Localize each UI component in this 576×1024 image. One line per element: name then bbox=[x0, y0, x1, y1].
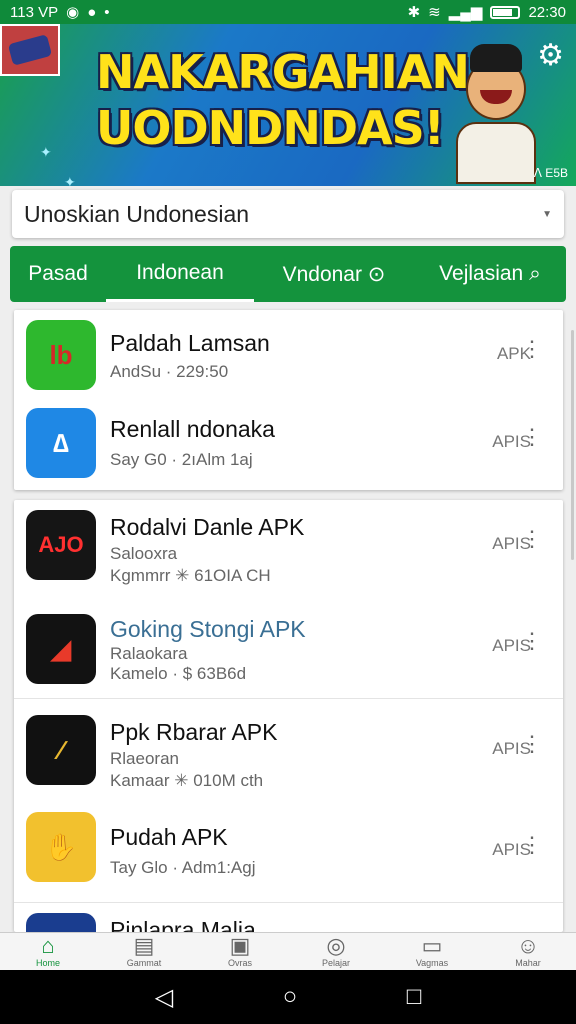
nav-gammat[interactable]: ▤ Gammat bbox=[96, 933, 192, 970]
nav-label: Pelajar bbox=[321, 958, 350, 968]
nav-label: Home bbox=[35, 958, 60, 968]
nav-label: Vagmas bbox=[415, 958, 449, 968]
recents-icon[interactable]: □ bbox=[407, 983, 422, 1011]
app-icon: AJO bbox=[26, 510, 96, 580]
list-item[interactable]: Pinlapra Malia bbox=[14, 902, 563, 932]
app-icon: lb bbox=[26, 320, 96, 390]
promo-banner[interactable]: ✦ ✦ NAKARGAHIAN UODNDNDAS! ⚙ ᐱ E5B bbox=[0, 24, 576, 186]
app-list-card: AJO Rodalvi Danle APK Salooxra Kgmmrr ✳ … bbox=[14, 500, 563, 932]
nav-vagmas[interactable]: ▭ Vagmas bbox=[384, 933, 480, 970]
app-icon: ∕ bbox=[26, 715, 96, 785]
app-name: Paldah Lamsan bbox=[110, 330, 270, 356]
compass-icon: ◎ bbox=[326, 933, 346, 958]
app-meta: AndSu · 229:50 bbox=[110, 362, 229, 381]
banner-title: NAKARGAHIAN UODNDNDAS! bbox=[96, 44, 470, 156]
grid-icon: ▤ bbox=[133, 933, 155, 958]
list-item[interactable]: ∆ Renlall ndonaka Say G0 · 2ıAlm 1aj API… bbox=[14, 400, 563, 490]
app-meta: Tay Glo · Adm1:Agj bbox=[110, 858, 256, 877]
nav-mahar[interactable]: ☺ Mahar bbox=[480, 933, 576, 970]
language-selector[interactable]: Unoskian Undonesian ▼ bbox=[12, 190, 564, 238]
app-icon: ✋ bbox=[26, 812, 96, 882]
bluetooth-icon: ✱ bbox=[407, 4, 421, 21]
chevron-down-icon: ▼ bbox=[542, 208, 552, 220]
app-meta: Kamelo · $ 63B6d bbox=[110, 664, 247, 683]
more-options-icon[interactable]: ⋮ bbox=[521, 733, 543, 755]
app-icon bbox=[26, 913, 96, 932]
tab-pasad[interactable]: Pasad bbox=[10, 246, 106, 302]
app-name: Pinlapra Malia bbox=[110, 917, 256, 932]
app-developer: Salooxra bbox=[110, 544, 178, 563]
list-item[interactable]: ∕ Ppk Rbarar APK Rlaeoran Kamaar ✳ 010M … bbox=[14, 698, 563, 798]
list-item[interactable]: ◢ Goking Stongi APK Ralaokara Kamelo · $… bbox=[14, 600, 563, 698]
app-meta: Kgmmrr ✳ 61OIA CH bbox=[110, 566, 271, 585]
app-meta: Say G0 · 2ıAlm 1aj bbox=[110, 450, 253, 469]
app-icon: ◢ bbox=[26, 614, 96, 684]
status-time-right: 22:30 bbox=[528, 3, 566, 21]
language-selector-value: Unoskian Undonesian bbox=[24, 200, 250, 227]
library-icon: ▭ bbox=[421, 933, 443, 958]
app-developer: Ralaokara bbox=[110, 644, 188, 663]
notification-icon: ◉ bbox=[66, 4, 80, 21]
nav-label: Gammat bbox=[126, 958, 162, 968]
sparkle-icon: ✦ bbox=[40, 144, 52, 160]
more-options-icon[interactable]: ⋮ bbox=[521, 426, 543, 448]
more-options-icon[interactable]: ⋮ bbox=[521, 834, 543, 856]
battery-icon bbox=[490, 5, 521, 19]
more-options-icon[interactable]: ⋮ bbox=[521, 630, 543, 652]
dot-icon: • bbox=[104, 3, 110, 21]
app-name: Pudah APK bbox=[110, 824, 228, 850]
profile-icon: ☺ bbox=[516, 933, 540, 958]
app-name: Rodalvi Danle APK bbox=[110, 514, 305, 540]
nav-pelajar[interactable]: ◎ Pelajar bbox=[288, 933, 384, 970]
banner-thumbnail[interactable] bbox=[0, 24, 60, 76]
app-name: Goking Stongi APK bbox=[110, 616, 306, 642]
list-item[interactable]: ✋ Pudah APK Tay Glo · Adm1:Agj APIS ⋮ bbox=[14, 798, 563, 902]
bottom-navigation: ⌂ Home ▤ Gammat ▣ Ovras ◎ Pelajar ▭ Vagm… bbox=[0, 932, 576, 970]
banner-title-line2: UODNDNDAS! bbox=[96, 101, 445, 155]
nav-home[interactable]: ⌂ Home bbox=[0, 933, 96, 970]
app-meta: Kamaar ✳ 010M cth bbox=[110, 771, 264, 790]
app-icon: ∆ bbox=[26, 408, 96, 478]
home-circle-icon[interactable]: ○ bbox=[283, 983, 298, 1011]
more-options-icon[interactable]: ⋮ bbox=[521, 528, 543, 550]
nav-label: Ovras bbox=[227, 958, 252, 968]
mascot-illustration bbox=[446, 36, 546, 184]
gear-icon[interactable]: ⚙ bbox=[537, 38, 564, 73]
banner-corner-label: ᐱ E5B bbox=[533, 166, 568, 180]
tab-vejlasian[interactable]: Vejlasian ⌕ bbox=[414, 246, 566, 302]
banner-title-line1: NAKARGAHIAN bbox=[96, 45, 470, 99]
list-item[interactable]: lb Paldah Lamsan AndSu · 229:50 APK ⋮ bbox=[14, 310, 563, 400]
status-bar: 113 VP ◉ ● • ✱ ≋ ▂▄▆ 22:30 bbox=[0, 0, 576, 24]
more-options-icon[interactable]: ⋮ bbox=[521, 338, 543, 360]
scrollbar[interactable] bbox=[571, 330, 574, 560]
notification-icon: ● bbox=[87, 3, 97, 21]
app-name: Renlall ndonaka bbox=[110, 416, 275, 442]
wifi-icon: ≋ bbox=[428, 4, 441, 21]
home-icon: ⌂ bbox=[41, 933, 55, 958]
apps-icon: ▣ bbox=[229, 933, 251, 958]
nav-ovras[interactable]: ▣ Ovras bbox=[192, 933, 288, 970]
status-time-left: 113 VP bbox=[10, 3, 59, 21]
signal-icon: ▂▄▆ bbox=[448, 4, 483, 21]
car-icon bbox=[7, 34, 53, 66]
tab-vndonar[interactable]: Vndonar ⊙ bbox=[254, 246, 414, 302]
category-tabs: Pasad Indonean Vndonar ⊙ Vejlasian ⌕ bbox=[10, 246, 566, 302]
list-item[interactable]: AJO Rodalvi Danle APK Salooxra Kgmmrr ✳ … bbox=[14, 500, 563, 600]
back-icon[interactable]: ◁ bbox=[155, 983, 173, 1012]
system-navigation-bar: ◁ ○ □ bbox=[0, 970, 576, 1024]
app-developer: Rlaeoran bbox=[110, 749, 179, 768]
app-name: Ppk Rbarar APK bbox=[110, 719, 278, 745]
nav-label: Mahar bbox=[515, 958, 541, 968]
sparkle-icon: ✦ bbox=[64, 174, 76, 186]
tab-indonean[interactable]: Indonean bbox=[106, 246, 254, 302]
app-list-card: lb Paldah Lamsan AndSu · 229:50 APK ⋮ ∆ … bbox=[14, 310, 563, 490]
